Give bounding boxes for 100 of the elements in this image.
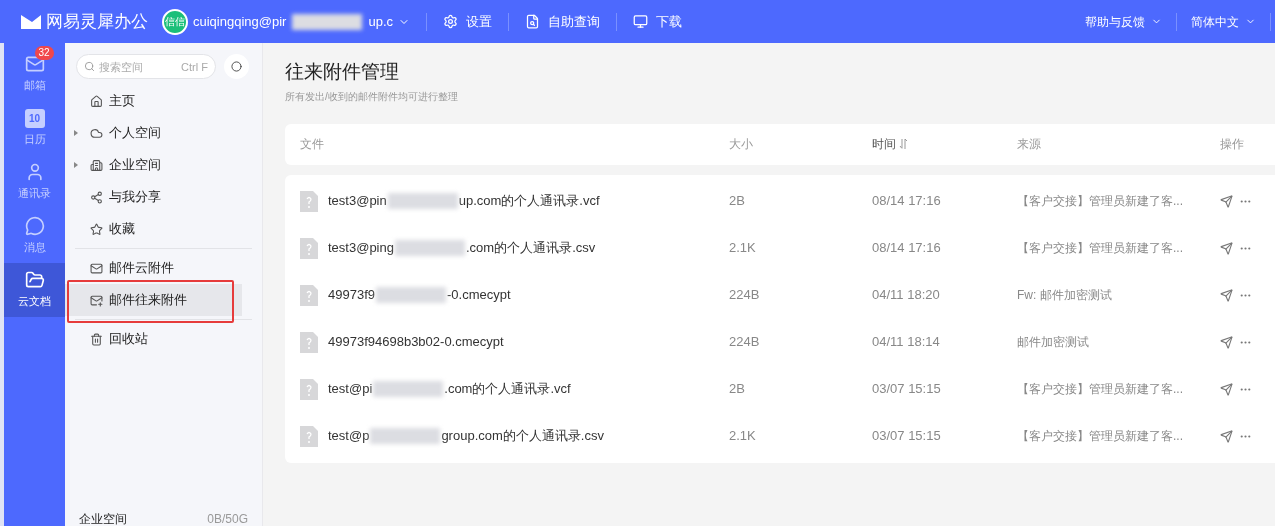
unknown-file-icon: [300, 284, 318, 306]
cloud-icon: [90, 126, 103, 140]
unknown-file-icon: [300, 190, 318, 212]
file-name-text: cuiqingqing@pir: [193, 12, 287, 31]
source-cell-text: 【客户交接】管理员新建了客...: [1017, 193, 1184, 210]
nav-item[interactable]: 32 邮箱: [4, 47, 65, 101]
source-cell-text: 【客户交接】管理员新建了客...: [1017, 240, 1184, 257]
avatar: 信信: [162, 8, 188, 35]
refresh-icon: [231, 61, 242, 72]
unread-badge: 32: [34, 46, 54, 61]
share-icon: [90, 190, 103, 204]
file-name-text: -0.cmecypt: [447, 286, 511, 305]
file-name-text: 49973f9: [328, 286, 375, 305]
send-icon: [1220, 429, 1233, 443]
file-name-text: up.com的个人通讯录.vcf: [458, 192, 600, 211]
app-name: 网易灵犀办公: [46, 10, 148, 33]
redaction-blur: [370, 428, 441, 444]
size-cell-text: 2.1K: [729, 427, 757, 446]
file-name-text: .com的个人通讯录.csv: [465, 239, 596, 258]
mail-icon: [24, 54, 45, 75]
source-cell-text: 【客户交接】管理员新建了客...: [1017, 428, 1184, 445]
size-cell-text: 2.1K: [729, 239, 757, 258]
source-cell-text: Fw: 邮件加密测试: [1017, 287, 1113, 304]
time-cell-text: 08/14 17:16: [872, 192, 942, 211]
nav-item[interactable]: 云文档: [4, 263, 65, 317]
top-menu-item[interactable]: 设置: [443, 11, 492, 32]
file-name-text: group.com的个人通讯录.csv: [441, 427, 604, 446]
column-header: 操作: [1220, 136, 1245, 153]
send-icon: [1220, 288, 1233, 302]
send-button[interactable]: [1220, 382, 1233, 396]
page-subtitle: 所有发出/收到的邮件附件均可进行整理: [285, 89, 459, 104]
calendar-icon: 10: [24, 108, 45, 128]
search-icon: [84, 61, 95, 72]
nav-item[interactable]: 消息: [4, 209, 65, 263]
unknown-file-icon: [300, 237, 318, 259]
send-button[interactable]: [1220, 241, 1233, 255]
time-cell-text: 03/07 15:15: [872, 380, 942, 399]
chat-bubble-icon: [24, 216, 45, 237]
file-name-text: test3@pin: [328, 192, 387, 211]
sort-icon: [899, 138, 908, 150]
mail-icon: [90, 261, 103, 275]
home-icon: [90, 94, 103, 108]
send-icon: [1220, 335, 1233, 349]
logo-icon: [20, 12, 42, 31]
dropdown-button[interactable]: 帮助与反馈: [1085, 12, 1162, 31]
page-title: 往来附件管理: [285, 60, 400, 84]
settings-icon: [443, 14, 458, 29]
send-button[interactable]: [1220, 429, 1233, 443]
expand-arrow-icon: [74, 162, 78, 168]
sidebar-item[interactable]: 收藏: [65, 213, 262, 245]
send-button[interactable]: [1220, 194, 1233, 208]
sidebar-item[interactable]: 回收站: [75, 323, 252, 355]
redaction-blur: [394, 240, 465, 256]
column-header: 文件: [299, 136, 325, 153]
file-name-text: up.c: [368, 12, 393, 31]
document-search-icon: [525, 14, 540, 29]
dropdown-button[interactable]: 简体中文: [1191, 12, 1256, 31]
unknown-file-icon: [300, 425, 318, 447]
shortcut-hint: Ctrl F: [181, 60, 208, 75]
refresh-button[interactable]: [224, 54, 249, 79]
trash-icon: [90, 332, 103, 346]
column-header: 大小: [729, 136, 754, 153]
column-header[interactable]: 时间: [872, 135, 1017, 153]
size-cell-text: 224B: [729, 333, 761, 352]
size-cell-text: 2B: [729, 192, 746, 211]
unknown-file-icon: [300, 378, 318, 400]
redaction-blur: [292, 13, 363, 30]
unknown-file-icon: [300, 331, 318, 353]
monitor-icon: [633, 14, 648, 29]
redaction-blur: [387, 193, 458, 209]
star-icon: [90, 222, 103, 236]
account-menu[interactable]: 信信 cuiqingqing@pir up.c: [162, 8, 410, 35]
send-icon: [1220, 194, 1233, 208]
file-name-text: .com的个人通讯录.vcf: [444, 380, 571, 399]
sidebar-item[interactable]: 主页: [65, 85, 262, 117]
size-cell-text: 2B: [729, 380, 746, 399]
send-icon: [1220, 241, 1233, 255]
top-menu-item[interactable]: 下载: [633, 11, 682, 32]
mail-icon: [90, 293, 103, 307]
sidebar-item[interactable]: 企业空间: [65, 149, 262, 181]
source-cell-text: 邮件加密测试: [1017, 334, 1090, 351]
file-name-text: test@pi: [328, 380, 373, 399]
time-cell-text: 08/14 17:16: [872, 239, 942, 258]
sidebar-item[interactable]: 个人空间: [65, 117, 262, 149]
file-name-text: 49973f94698b3b02-0.cmecypt: [328, 333, 504, 352]
source-cell-text: 【客户交接】管理员新建了客...: [1017, 381, 1184, 398]
time-cell-text: 04/11 18:14: [872, 333, 941, 352]
sidebar-item[interactable]: 邮件往来附件: [65, 284, 242, 316]
nav-item[interactable]: 通讯录: [4, 155, 65, 209]
sidebar-item[interactable]: 与我分享: [65, 181, 262, 213]
time-cell-text: 03/07 15:15: [872, 427, 942, 446]
size-cell-text: 224B: [729, 286, 761, 305]
column-header: 来源: [1017, 136, 1042, 153]
top-menu-item[interactable]: 自助查询: [525, 11, 600, 32]
send-button[interactable]: [1220, 288, 1233, 302]
expand-arrow-icon: [74, 130, 78, 136]
send-button[interactable]: [1220, 335, 1233, 349]
sidebar-item[interactable]: 邮件云附件: [75, 252, 252, 284]
nav-item[interactable]: 10 日历: [4, 101, 65, 155]
send-icon: [1220, 382, 1233, 396]
